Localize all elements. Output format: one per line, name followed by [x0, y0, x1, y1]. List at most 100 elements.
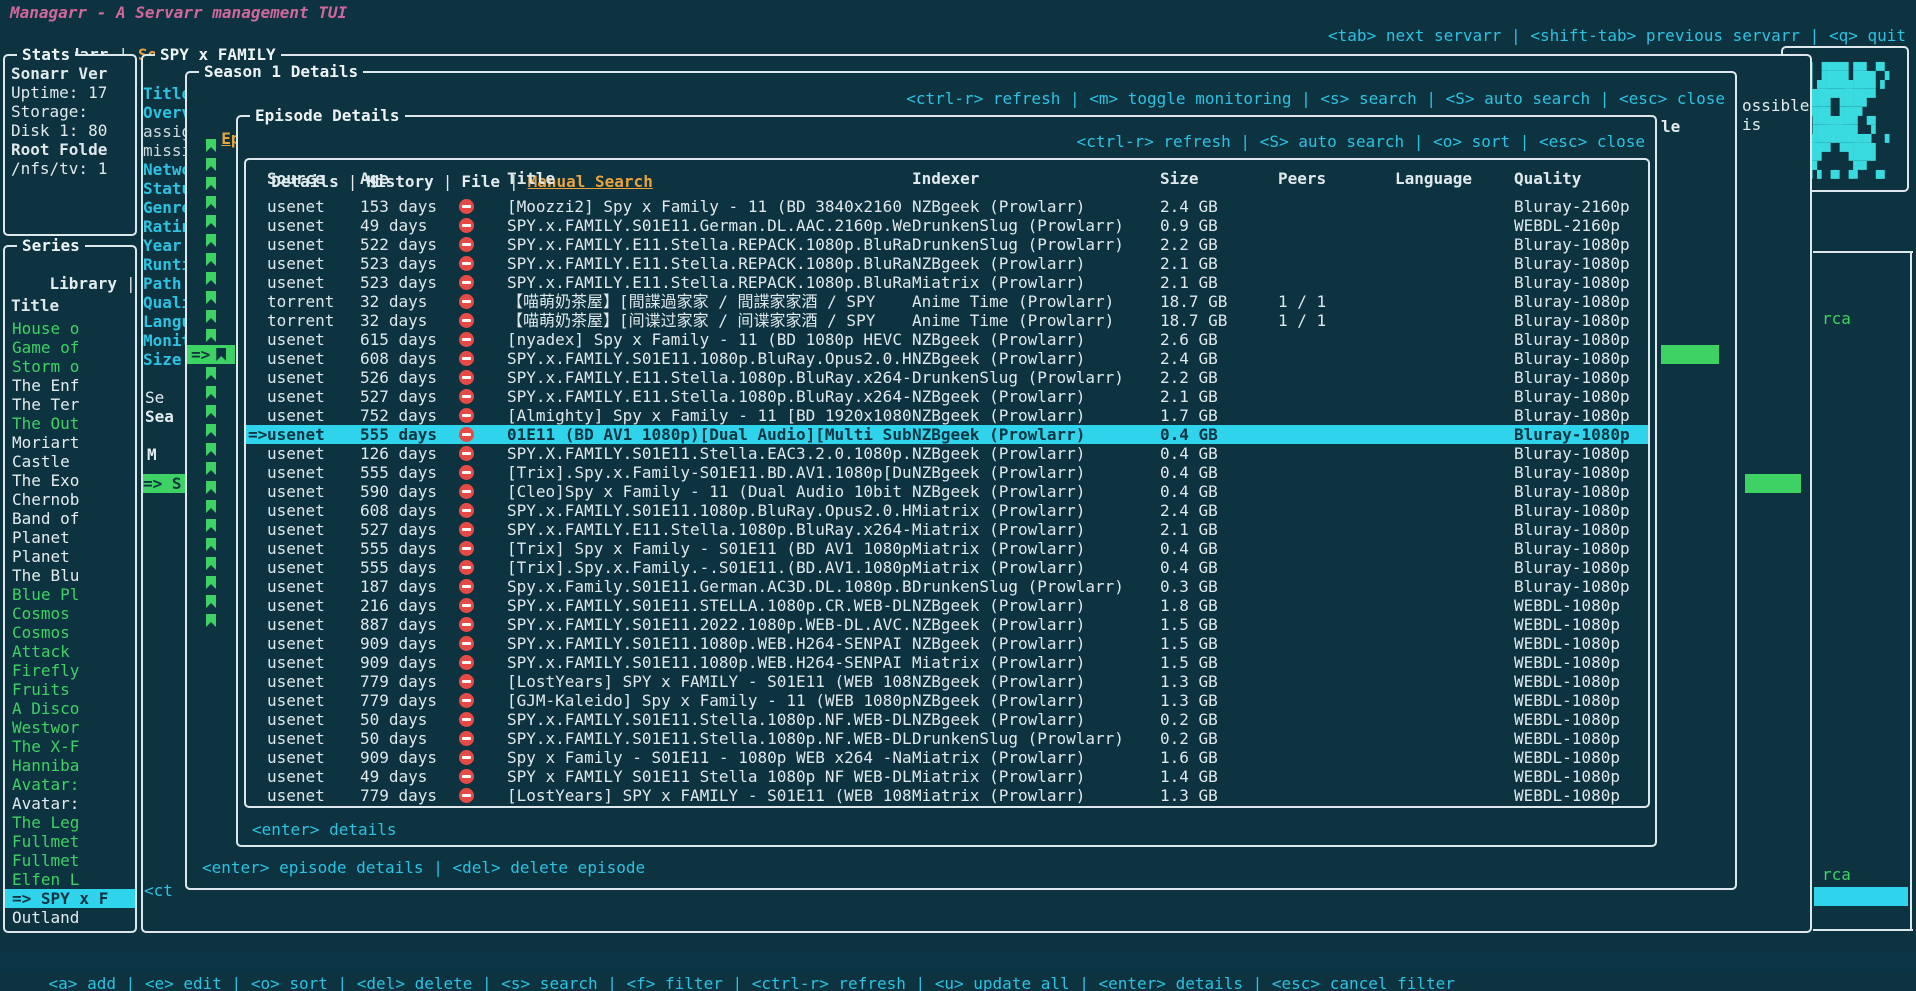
search-result-row[interactable]: usenet 615 days [nyadex] Spy x Family - …	[246, 330, 1648, 349]
series-list-item[interactable]: Band of	[5, 509, 135, 528]
episode-row-fragment[interactable]	[187, 383, 235, 402]
series-list-item[interactable]: A Disco	[5, 699, 135, 718]
result-language	[1395, 292, 1514, 311]
search-result-row[interactable]: => usenet 555 days 01E11 (BD AV1 1080p)[…	[246, 425, 1648, 444]
search-result-row[interactable]: usenet 526 days SPY.x.FAMILY.E11.Stella.…	[246, 368, 1648, 387]
episode-row-fragment[interactable]	[187, 307, 235, 326]
episode-row-fragment[interactable]	[187, 269, 235, 288]
episode-row-fragment[interactable]: =>	[187, 345, 235, 364]
episode-row-fragment[interactable]	[187, 174, 235, 193]
search-result-row[interactable]: usenet 216 days SPY.x.FAMILY.S01E11.STEL…	[246, 596, 1648, 615]
episode-row-fragment[interactable]	[187, 155, 235, 174]
series-list-item[interactable]: The Enf	[5, 376, 135, 395]
episode-row-fragment[interactable]	[187, 250, 235, 269]
episode-row-fragment[interactable]	[187, 440, 235, 459]
result-quality: WEBDL-1080p	[1514, 729, 1648, 748]
selected-season-row-fragment[interactable]: => S	[143, 474, 185, 493]
tab-library[interactable]: Library|	[11, 255, 136, 274]
search-result-row[interactable]: usenet 522 days SPY.x.FAMILY.E11.Stella.…	[246, 235, 1648, 254]
episode-row-fragment[interactable]	[187, 212, 235, 231]
search-result-row[interactable]: usenet 779 days [GJM-Kaleido] Spy x Fami…	[246, 691, 1648, 710]
search-result-row[interactable]: usenet 909 days SPY.x.FAMILY.S01E11.1080…	[246, 653, 1648, 672]
series-list-item[interactable]: The X-F	[5, 737, 135, 756]
search-result-row[interactable]: usenet 779 days [LostYears] SPY x FAMILY…	[246, 786, 1648, 805]
search-result-row[interactable]: usenet 49 days SPY.x.FAMILY.S01E11.Germa…	[246, 216, 1648, 235]
series-list-item[interactable]: Fruits	[5, 680, 135, 699]
episode-row-fragment[interactable]	[187, 421, 235, 440]
series-list-item[interactable]: Attack	[5, 642, 135, 661]
result-language	[1395, 387, 1514, 406]
series-list-item[interactable]: Avatar:	[5, 775, 135, 794]
episode-row-fragment[interactable]	[187, 535, 235, 554]
episode-row-fragment[interactable]	[187, 136, 235, 155]
series-list-item[interactable]: Planet	[5, 547, 135, 566]
episode-row-fragment[interactable]	[187, 193, 235, 212]
series-list-item[interactable]: House o	[5, 319, 135, 338]
episode-row-fragment[interactable]	[187, 573, 235, 592]
search-result-row[interactable]: usenet 126 days SPY.X.FAMILY.S01E11.Stel…	[246, 444, 1648, 463]
search-result-row[interactable]: usenet 523 days SPY.x.FAMILY.E11.Stella.…	[246, 273, 1648, 292]
search-result-row[interactable]: usenet 153 days [Moozzi2] Spy x Family -…	[246, 197, 1648, 216]
series-list-item[interactable]: Fullmet	[5, 832, 135, 851]
search-result-row[interactable]: usenet 555 days [Trix].Spy.x.Family.-.S0…	[246, 558, 1648, 577]
episode-row-fragment[interactable]	[187, 402, 235, 421]
search-result-row[interactable]: usenet 779 days [LostYears] SPY x FAMILY…	[246, 672, 1648, 691]
result-title: [nyadex] Spy x Family - 11 (BD 1080p HEV…	[507, 330, 912, 349]
series-list-item[interactable]: Elfen L	[5, 870, 135, 889]
series-list-item[interactable]: Planet	[5, 528, 135, 547]
episode-row-fragment[interactable]	[187, 326, 235, 345]
series-list-item[interactable]: The Blu	[5, 566, 135, 585]
episode-row-fragment[interactable]	[187, 459, 235, 478]
search-result-row[interactable]: usenet 187 days Spy.x.Family.S01E11.Germ…	[246, 577, 1648, 596]
series-list-item[interactable]: Cosmos	[5, 623, 135, 642]
series-list-item[interactable]: Westwor	[5, 718, 135, 737]
series-list-item[interactable]: Avatar:	[5, 794, 135, 813]
series-list-item[interactable]: Hanniba	[5, 756, 135, 775]
series-list-item[interactable]: Chernob	[5, 490, 135, 509]
search-result-row[interactable]: usenet 50 days SPY.x.FAMILY.S01E11.Stell…	[246, 710, 1648, 729]
search-result-row[interactable]: usenet 523 days SPY.x.FAMILY.E11.Stella.…	[246, 254, 1648, 273]
search-result-row[interactable]: usenet 608 days SPY.x.FAMILY.S01E11.1080…	[246, 349, 1648, 368]
search-result-row[interactable]: usenet 909 days SPY.x.FAMILY.S01E11.1080…	[246, 634, 1648, 653]
series-list-item[interactable]: Storm o	[5, 357, 135, 376]
episode-row-fragment[interactable]	[187, 611, 235, 630]
series-list-item[interactable]: Blue Pl	[5, 585, 135, 604]
series-list-item[interactable]: The Ter	[5, 395, 135, 414]
result-age: 779 days	[360, 672, 457, 691]
series-list-item[interactable]: Game of	[5, 338, 135, 357]
episode-row-fragment[interactable]	[187, 231, 235, 250]
search-result-row[interactable]: usenet 887 days SPY.x.FAMILY.S01E11.2022…	[246, 615, 1648, 634]
search-result-row[interactable]: usenet 50 days SPY.x.FAMILY.S01E11.Stell…	[246, 729, 1648, 748]
search-result-row[interactable]: usenet 590 days [Cleo]Spy x Family - 11 …	[246, 482, 1648, 501]
search-result-row[interactable]: usenet 909 days Spy x Family - S01E11 - …	[246, 748, 1648, 767]
search-result-row[interactable]: usenet 752 days [Almighty] Spy x Family …	[246, 406, 1648, 425]
search-result-row[interactable]: usenet 527 days SPY.x.FAMILY.E11.Stella.…	[246, 387, 1648, 406]
search-result-row[interactable]: torrent 32 days 【喵萌奶茶屋】[間諜過家家 / 間諜家家酒 / …	[246, 292, 1648, 311]
series-list-item[interactable]: The Exo	[5, 471, 135, 490]
series-list-item[interactable]: Cosmos	[5, 604, 135, 623]
series-list-item[interactable]: Firefly	[5, 661, 135, 680]
episode-row-fragment[interactable]	[187, 497, 235, 516]
episode-row-fragment[interactable]	[187, 554, 235, 573]
search-result-row[interactable]: usenet 555 days [Trix] Spy x Family - S0…	[246, 539, 1648, 558]
series-list-item[interactable]: Outland	[5, 908, 135, 927]
episode-row-fragment[interactable]	[187, 478, 235, 497]
series-list-item[interactable]: The Leg	[5, 813, 135, 832]
episode-row-fragment[interactable]	[187, 592, 235, 611]
series-list-item[interactable]: The Out	[5, 414, 135, 433]
episode-row-fragment[interactable]	[187, 364, 235, 383]
search-result-row[interactable]: torrent 32 days 【喵萌奶茶屋】[间谍过家家 / 间谍家家酒 / …	[246, 311, 1648, 330]
search-result-row[interactable]: usenet 49 days SPY x FAMILY S01E11 Stell…	[246, 767, 1648, 786]
series-list-item[interactable]: Fullmet	[5, 851, 135, 870]
result-language	[1395, 216, 1514, 235]
search-result-row[interactable]: usenet 608 days SPY.x.FAMILY.S01E11.1080…	[246, 501, 1648, 520]
episode-row-fragment[interactable]	[187, 516, 235, 535]
series-list-item[interactable]: => SPY x F	[5, 889, 135, 908]
episode-row-fragment[interactable]	[187, 288, 235, 307]
search-result-row[interactable]: usenet 527 days SPY.x.FAMILY.E11.Stella.…	[246, 520, 1648, 539]
series-list-item[interactable]: Castle	[5, 452, 135, 471]
series-list-item[interactable]: Moriart	[5, 433, 135, 452]
search-result-row[interactable]: usenet 555 days [Trix].Spy.x.Family-S01E…	[246, 463, 1648, 482]
result-quality: Bluray-1080p	[1514, 501, 1648, 520]
result-language	[1395, 349, 1514, 368]
